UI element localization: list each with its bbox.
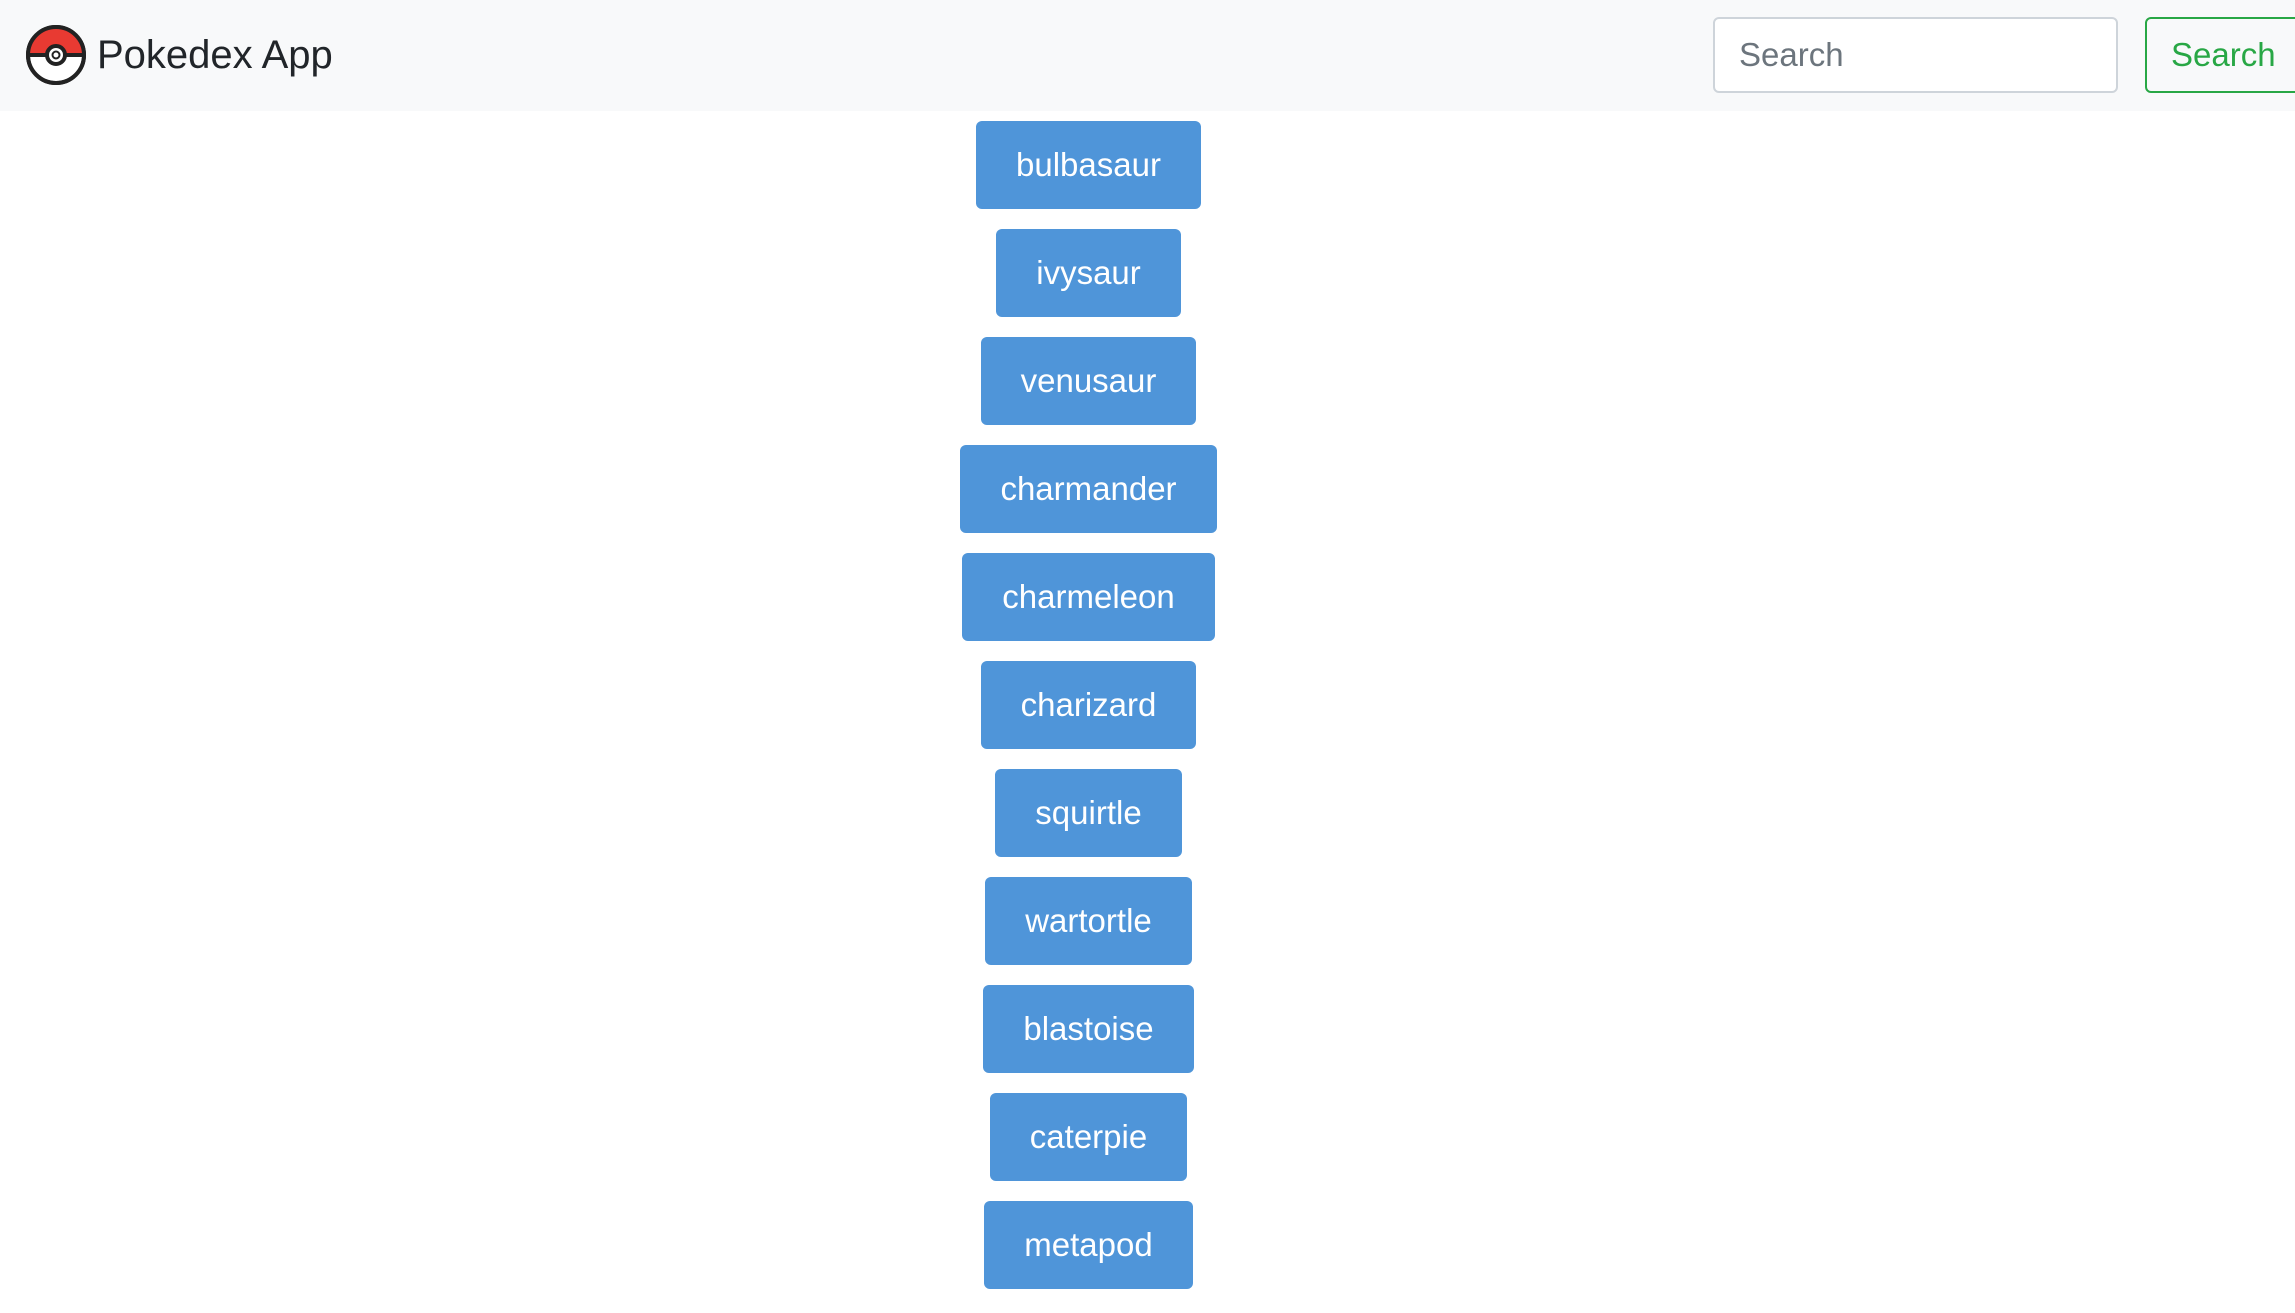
- search-input[interactable]: [1713, 17, 2118, 93]
- pokemon-button[interactable]: charizard: [980, 661, 1197, 749]
- pokemon-button[interactable]: wartortle: [985, 877, 1192, 965]
- pokemon-button[interactable]: squirtle: [995, 769, 1182, 857]
- search-button[interactable]: Search: [2145, 17, 2295, 93]
- brand-title: Pokedex App: [97, 33, 333, 77]
- pokemon-list: bulbasaur ivysaur venusaur charmander charme…: [0, 121, 2295, 1309]
- brand-link[interactable]: Pokedex App: [25, 24, 333, 86]
- pokemon-button[interactable]: ivysaur: [996, 229, 1181, 317]
- pokemon-button[interactable]: blastoise: [983, 985, 1194, 1073]
- pokemon-button[interactable]: bulbasaur: [976, 121, 1201, 209]
- pokeball-icon: [26, 25, 86, 85]
- pokemon-button[interactable]: charmeleon: [962, 553, 1215, 641]
- navbar: Pokedex App Search: [0, 0, 2295, 111]
- pokemon-button[interactable]: venusaur: [980, 337, 1197, 425]
- pokemon-button[interactable]: metapod: [984, 1201, 1193, 1289]
- pokemon-button[interactable]: charmander: [960, 445, 1217, 533]
- pokemon-button[interactable]: caterpie: [989, 1093, 1188, 1181]
